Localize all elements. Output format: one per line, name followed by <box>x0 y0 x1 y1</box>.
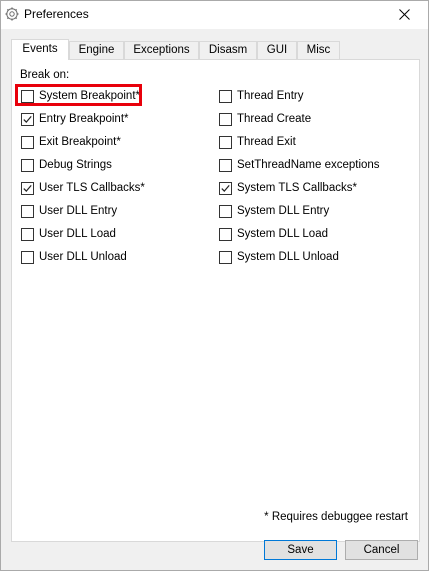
checkbox-setthreadname-exceptions[interactable]: SetThreadName exceptions <box>219 157 380 173</box>
checkbox-box[interactable] <box>21 227 34 241</box>
checkbox-box[interactable] <box>21 250 34 264</box>
checkbox-label: Thread Exit <box>237 136 296 148</box>
tab-misc[interactable]: Misc <box>297 41 340 59</box>
checkbox-user-dll-unload[interactable]: User DLL Unload <box>21 249 127 265</box>
break-on-label: Break on: <box>20 69 70 81</box>
checkmark-icon <box>221 184 230 192</box>
checkbox-box[interactable] <box>219 204 232 218</box>
checkbox-box[interactable] <box>21 181 34 195</box>
checkbox-box[interactable] <box>21 112 34 126</box>
close-icon <box>399 9 410 20</box>
tab-events[interactable]: Events <box>11 39 69 60</box>
tab-exceptions[interactable]: Exceptions <box>124 41 199 59</box>
checkbox-label: Debug Strings <box>39 159 112 171</box>
checkbox-exit-breakpoint[interactable]: Exit Breakpoint* <box>21 134 121 150</box>
checkbox-label: Thread Create <box>237 113 312 125</box>
cancel-button[interactable]: Cancel <box>345 540 418 560</box>
checkbox-label: Entry Breakpoint* <box>39 113 129 125</box>
checkbox-thread-create[interactable]: Thread Create <box>219 111 311 127</box>
checkbox-thread-exit[interactable]: Thread Exit <box>219 134 296 150</box>
tab-disasm[interactable]: Disasm <box>199 41 257 59</box>
checkbox-system-dll-load[interactable]: System DLL Load <box>219 226 328 242</box>
save-button[interactable]: Save <box>264 540 337 560</box>
close-button[interactable] <box>382 1 428 29</box>
checkbox-label: User TLS Callbacks* <box>39 182 145 194</box>
checkbox-label: User DLL Unload <box>39 251 127 263</box>
checkbox-entry-breakpoint[interactable]: Entry Breakpoint* <box>21 111 129 127</box>
checkbox-label: User DLL Load <box>39 228 116 240</box>
tab-engine[interactable]: Engine <box>69 41 124 59</box>
checkbox-label: System DLL Unload <box>237 251 339 263</box>
checkbox-label: SetThreadName exceptions <box>237 159 380 171</box>
checkbox-box[interactable] <box>21 158 34 172</box>
checkbox-system-dll-unload[interactable]: System DLL Unload <box>219 249 339 265</box>
checkbox-label: Thread Entry <box>237 90 304 102</box>
checkbox-system-tls-callbacks[interactable]: System TLS Callbacks* <box>219 180 357 196</box>
checkbox-debug-strings[interactable]: Debug Strings <box>21 157 112 173</box>
checkbox-user-dll-entry[interactable]: User DLL Entry <box>21 203 117 219</box>
checkbox-box[interactable] <box>219 135 232 149</box>
checkbox-user-dll-load[interactable]: User DLL Load <box>21 226 116 242</box>
checkbox-label: Exit Breakpoint* <box>39 136 121 148</box>
checkbox-box[interactable] <box>219 250 232 264</box>
checkbox-thread-entry[interactable]: Thread Entry <box>219 88 303 104</box>
checkbox-box[interactable] <box>21 204 34 218</box>
checkmark-icon <box>23 115 32 123</box>
restart-footnote: * Requires debuggee restart <box>264 511 408 523</box>
window-title: Preferences <box>24 7 89 21</box>
checkbox-box[interactable] <box>21 135 34 149</box>
preferences-dialog: Preferences Events Engine Exceptions Dis… <box>0 0 429 571</box>
checkbox-box[interactable] <box>219 158 232 172</box>
checkbox-box[interactable] <box>219 112 232 126</box>
gear-icon <box>5 7 19 21</box>
checkbox-label: System TLS Callbacks* <box>237 182 357 194</box>
checkbox-user-tls-callbacks[interactable]: User TLS Callbacks* <box>21 180 145 196</box>
checkbox-system-dll-entry[interactable]: System DLL Entry <box>219 203 329 219</box>
checkbox-label: System DLL Entry <box>237 205 330 217</box>
checkbox-box[interactable] <box>219 89 232 103</box>
checkbox-box[interactable] <box>219 181 232 195</box>
checkbox-label: User DLL Entry <box>39 205 118 217</box>
checkbox-box[interactable] <box>219 227 232 241</box>
events-panel: Break on: System Breakpoint* Entry Break… <box>11 59 420 542</box>
checkbox-label: System DLL Load <box>237 228 328 240</box>
highlight-box <box>15 84 142 106</box>
checkmark-icon <box>23 184 32 192</box>
title-bar: Preferences <box>1 1 428 29</box>
tab-gui[interactable]: GUI <box>257 41 297 59</box>
